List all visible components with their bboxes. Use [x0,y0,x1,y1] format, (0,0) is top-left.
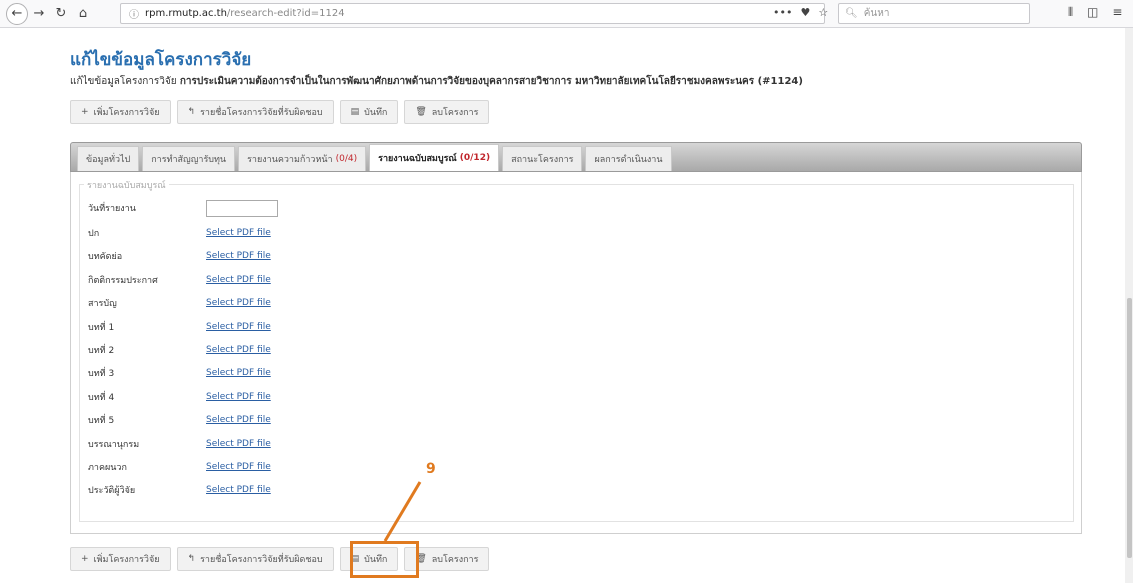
tab-label: การทำสัญญารับทุน [151,155,227,165]
tab-strip: ข้อมูลทั่วไป การทำสัญญารับทุน รายงานความก้… [70,142,1082,172]
report-file-row: สารบัญ Select PDF file [88,293,271,313]
report-fieldset: รายงานฉบับสมบูรณ์ วันที่รายงาน ปก Select … [79,178,1074,522]
report-file-row: บทที่ 3 Select PDF file [88,363,271,383]
report-file-row: บทที่ 1 Select PDF file [88,317,271,337]
tab-4[interactable]: รายงานฉบับสมบูรณ์ (0/12) [369,144,500,171]
delete-project-button[interactable]: 🗑︎ ลบโครงการ [404,100,490,124]
page-actions-icon[interactable]: ••• [773,6,792,19]
add-project-button-bottom[interactable]: + เพิ่มโครงการวิจัย [70,547,171,571]
report-file-row: บทที่ 4 Select PDF file [88,387,271,407]
home-icon[interactable]: ⌂ [72,3,94,25]
report-section-label: บทที่ 3 [88,369,115,380]
bottom-action-bar: + เพิ่มโครงการวิจัย ↰ รายชื่อโครงการวิจัยท… [70,547,490,571]
plus-icon: + [81,554,89,564]
url-domain: rpm.rmutp.ac.th [145,8,227,19]
toolbar-right-icons: ⫴ ◫ ≡ [1068,5,1122,20]
search-input[interactable]: 🔍︎ ค้นหา [838,3,1030,24]
report-date-label: วันที่รายงาน [88,204,136,214]
report-file-row: กิตติกรรมประกาศ Select PDF file [88,270,271,290]
tab-label: ผลการดำเนินงาน [594,155,663,165]
save-icon: ▤ [350,107,360,117]
project-subtitle: แก้ไขข้อมูลโครงการวิจัย การประเมินความต้… [70,74,803,89]
tab-panel: รายงานฉบับสมบูรณ์ วันที่รายงาน ปก Select … [70,172,1082,534]
tab-2[interactable]: การทำสัญญารับทุน [142,146,236,171]
report-file-row: บทที่ 2 Select PDF file [88,340,271,360]
select-pdf-link[interactable]: Select PDF file [206,368,271,378]
tab-count-badge: (0/4) [335,154,358,164]
project-list-button-bottom[interactable]: ↰ รายชื่อโครงการวิจัยที่รับผิดชอบ [176,547,334,571]
report-date-input[interactable] [206,199,278,217]
select-pdf-link[interactable]: Select PDF file [206,322,271,332]
select-pdf-link[interactable]: Select PDF file [206,485,271,495]
scrollbar-thumb[interactable] [1127,298,1132,558]
report-file-row: บทที่ 5 Select PDF file [88,410,271,430]
select-pdf-link[interactable]: Select PDF file [206,298,271,308]
url-actions: ••• ♥ ☆ [773,6,828,19]
report-section-label: ประวัติผู้วิจัย [88,486,136,497]
select-pdf-link[interactable]: Select PDF file [206,345,271,355]
report-section-label: บทที่ 5 [88,416,115,427]
report-section-label: บทที่ 2 [88,346,115,356]
report-section-label: บทคัดย่อ [88,252,123,263]
report-section-label: ภาคผนวก [88,463,127,473]
back-arrow-icon: ↰ [187,554,196,564]
select-pdf-link[interactable]: Select PDF file [206,392,271,402]
tab-5[interactable]: สถานะโครงการ [502,146,583,171]
bookmark-star-icon[interactable]: ☆ [818,6,828,19]
report-section-label: สารบัญ [88,299,117,310]
project-list-button[interactable]: ↰ รายชื่อโครงการวิจัยที่รับผิดชอบ [176,100,334,124]
annotation-step-number: 9 [426,461,436,477]
save-button[interactable]: ▤ บันทึก [339,100,399,124]
report-file-row: บทคัดย่อ Select PDF file [88,246,271,266]
select-pdf-link[interactable]: Select PDF file [206,462,271,472]
select-pdf-link[interactable]: Select PDF file [206,251,271,261]
annotation-highlight-box [350,541,419,578]
report-section-label: ปก [88,229,100,239]
report-file-row: ปก Select PDF file [88,223,271,243]
info-icon[interactable]: ⓘ [129,6,139,21]
url-bar[interactable]: ⓘ rpm.rmutp.ac.th /research-edit?id=1124 [120,3,825,24]
back-arrow-icon: ↰ [187,107,196,117]
search-placeholder: ค้นหา [863,8,890,19]
tab-6[interactable]: ผลการดำเนินงาน [585,146,672,171]
url-path: /research-edit?id=1124 [226,8,345,19]
forward-icon[interactable]: → [28,3,50,25]
tab-label: ข้อมูลทั่วไป [86,155,131,165]
sidebar-icon[interactable]: ◫ [1087,5,1098,20]
tab-count-badge: (0/12) [459,153,491,163]
tab-label: รายงานความก้าวหน้า [247,155,333,165]
library-icon[interactable]: ⫴ [1068,5,1073,20]
tab-1[interactable]: ข้อมูลทั่วไป [77,146,140,171]
report-section-label: กิตติกรรมประกาศ [88,275,158,286]
trash-icon: 🗑︎ [415,107,427,117]
pocket-icon[interactable]: ♥ [800,6,810,19]
select-pdf-link[interactable]: Select PDF file [206,415,271,425]
plus-icon: + [81,107,89,117]
subtitle-prefix: แก้ไขข้อมูลโครงการวิจัย [70,76,177,87]
report-section-label: บทที่ 1 [88,322,115,333]
page-title: แก้ไขข้อมูลโครงการวิจัย [70,50,252,70]
report-section-label: บทที่ 4 [88,392,115,403]
reload-icon[interactable]: ↻ [50,3,72,25]
report-date-row: วันที่รายงาน [88,198,278,218]
report-file-row: ภาคผนวก Select PDF file [88,457,271,477]
report-file-row: บรรณานุกรม Select PDF file [88,434,271,454]
tab-label: สถานะโครงการ [511,155,574,165]
report-section-label: บรรณานุกรม [88,439,140,450]
project-name: การประเมินความต้องการจำเป็นในการพัฒนาศัก… [179,76,803,87]
select-pdf-link[interactable]: Select PDF file [206,439,271,449]
select-pdf-link[interactable]: Select PDF file [206,275,271,285]
report-file-row: ประวัติผู้วิจัย Select PDF file [88,480,271,500]
menu-icon[interactable]: ≡ [1112,5,1122,20]
page-scrollbar[interactable] [1125,28,1133,583]
select-pdf-link[interactable]: Select PDF file [206,228,271,238]
tab-label: รายงานฉบับสมบูรณ์ [378,154,457,164]
search-icon: 🔍︎ [845,8,858,19]
tab-3[interactable]: รายงานความก้าวหน้า (0/4) [238,146,367,171]
add-project-button[interactable]: + เพิ่มโครงการวิจัย [70,100,171,124]
top-action-bar: + เพิ่มโครงการวิจัย ↰ รายชื่อโครงการวิจัยท… [70,100,490,124]
fieldset-legend: รายงานฉบับสมบูรณ์ [84,178,169,192]
back-icon[interactable]: ← [6,2,28,25]
